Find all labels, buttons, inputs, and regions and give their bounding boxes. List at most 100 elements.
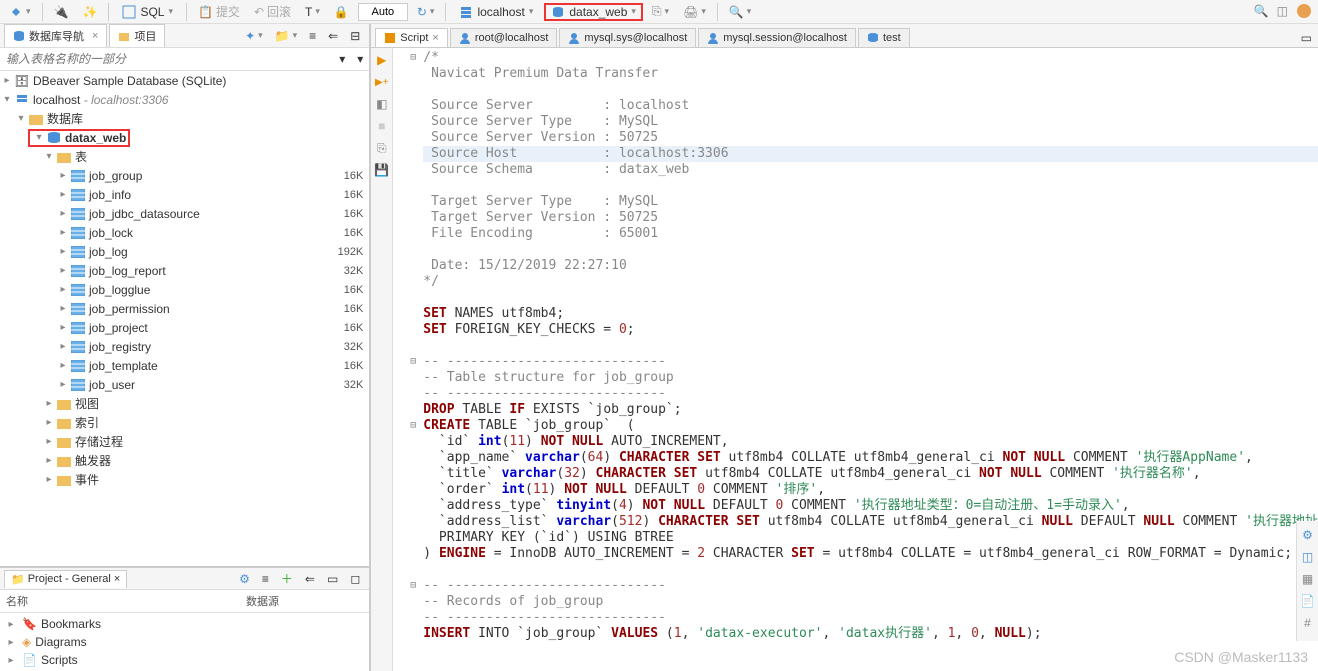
tree-item-events[interactable]: 事件 — [75, 471, 363, 488]
table-row[interactable]: ▸job_template16K — [0, 356, 369, 375]
table-row[interactable]: ▸job_log_report32K — [0, 261, 369, 280]
tree-item-datax-web[interactable]: datax_web — [65, 131, 126, 145]
auto-input[interactable] — [358, 3, 408, 21]
fold-toggle[interactable]: ⊟ — [407, 50, 419, 66]
editor-toolbar: ▶ ▶+ ◧ ■ ⎘ 💾 — [371, 48, 393, 671]
gear-icon[interactable]: ⚙ — [234, 569, 255, 589]
add-icon[interactable]: ＋ — [276, 567, 298, 590]
fold-toggle[interactable]: ⊟ — [407, 418, 419, 434]
search-icon[interactable]: 🔍 — [1254, 4, 1269, 18]
tree-item-tables[interactable]: 表 — [75, 148, 363, 165]
maximize-icon[interactable]: ◻ — [345, 569, 365, 589]
fold-toggle[interactable]: ⊟ — [407, 578, 419, 594]
table-name: job_log_report — [89, 264, 313, 278]
folder-icon — [56, 151, 72, 163]
tree-item[interactable]: DBeaver Sample Database (SQLite) — [33, 74, 363, 88]
project-item[interactable]: ▸🔖Bookmarks — [0, 615, 369, 633]
table-size: 16K — [313, 303, 363, 315]
nav-filter-icon[interactable]: ≡ — [304, 26, 321, 46]
tab-projects[interactable]: 项目 — [109, 24, 165, 47]
tree-item-indexes[interactable]: 索引 — [75, 414, 363, 431]
close-icon[interactable]: × — [432, 32, 438, 44]
commit-button[interactable]: 📋 提交 — [193, 0, 245, 23]
new-connection-button[interactable]: ▾ — [4, 2, 36, 22]
table-name: job_info — [89, 188, 313, 202]
project-tab[interactable]: 📁 Project - General × — [4, 570, 127, 588]
project-icon: 📄 — [22, 653, 37, 667]
table-row[interactable]: ▸job_registry32K — [0, 337, 369, 356]
nav-back-icon[interactable]: ⇐ — [323, 26, 343, 46]
maximize-icon[interactable]: ▭ — [1295, 29, 1318, 47]
unplug-icon[interactable]: ✨ — [77, 2, 102, 22]
lock-icon[interactable]: 🔒 — [329, 2, 354, 22]
nav-home-icon[interactable]: ✦▾ — [240, 26, 268, 46]
tree-item-procs[interactable]: 存储过程 — [75, 433, 363, 450]
connection-datax-web[interactable]: datax_web ▾ — [544, 3, 643, 21]
file-icon[interactable]: 📄 — [1300, 593, 1316, 609]
plug-icon[interactable]: 🔌 — [49, 2, 74, 22]
rollback-button[interactable]: ↶ 回滚 — [249, 0, 296, 23]
table-size: 32K — [313, 379, 363, 391]
tab-label: Script — [400, 32, 428, 44]
tree-item-triggers[interactable]: 触发器 — [75, 452, 363, 469]
filter-icon[interactable]: ≡ — [257, 569, 274, 589]
tx-mode-button[interactable]: T▾ — [300, 2, 325, 22]
editor-tab[interactable]: root@localhost — [450, 28, 558, 47]
database-icon: 🗄 — [14, 74, 30, 88]
main-toolbar: ▾ 🔌 ✨ SQL ▾ 📋 提交 ↶ 回滚 T▾ 🔒 ↻▾ localhost … — [0, 0, 1318, 24]
tree-item-databases[interactable]: 数据库 — [47, 110, 363, 127]
panel-icon[interactable]: ◫ — [1300, 549, 1316, 565]
minimize-icon[interactable]: ▭ — [322, 569, 343, 589]
nav-collapse-icon[interactable]: ⊟ — [345, 26, 365, 46]
sql-editor-button[interactable]: SQL ▾ — [115, 2, 180, 22]
close-icon[interactable]: × — [114, 573, 120, 585]
editor-tab[interactable]: Script × — [375, 28, 448, 47]
tree-item-localhost[interactable]: localhost - localhost:3306 — [33, 93, 363, 107]
export-button[interactable]: ⎘ — [374, 140, 390, 156]
export-icon[interactable]: ⎘▾ — [647, 1, 674, 22]
editor-tab[interactable]: mysql.session@localhost — [698, 28, 856, 47]
fold-toggle[interactable]: ⊟ — [407, 354, 419, 370]
close-icon[interactable]: × — [92, 30, 98, 42]
editor-tab[interactable]: mysql.sys@localhost — [559, 28, 696, 47]
table-size: 32K — [313, 341, 363, 353]
table-row[interactable]: ▸job_group16K — [0, 166, 369, 185]
table-row[interactable]: ▸job_user32K — [0, 375, 369, 394]
sql-editor[interactable]: ⊟/* Navicat Premium Data Transfer Source… — [393, 48, 1318, 671]
filter-funnel-icon[interactable]: ▾ — [333, 50, 351, 68]
nav-folder-icon[interactable]: 📁▾ — [270, 26, 302, 46]
project-item[interactable]: ▸📄Scripts — [0, 651, 369, 669]
editor-tab[interactable]: test — [858, 28, 910, 47]
folder-icon — [56, 436, 72, 448]
filter-settings-icon[interactable]: ▾ — [351, 50, 369, 68]
table-row[interactable]: ▸job_logglue16K — [0, 280, 369, 299]
settings-icon[interactable]: ⚙ — [1300, 527, 1316, 543]
project-item[interactable]: ▸◈Diagrams — [0, 633, 369, 651]
grid-icon[interactable]: ▦ — [1300, 571, 1316, 587]
stop-button[interactable]: ■ — [374, 118, 390, 134]
connection-localhost[interactable]: localhost ▾ — [452, 3, 540, 21]
save-button[interactable]: 💾 — [374, 162, 390, 178]
tree-item-views[interactable]: 视图 — [75, 395, 363, 412]
explain-button[interactable]: ◧ — [374, 96, 390, 112]
print-icon[interactable]: 🖨▾ — [678, 2, 711, 22]
execute-script-button[interactable]: ▶+ — [374, 74, 390, 90]
expand-toggle[interactable]: ▸ — [0, 75, 14, 86]
table-row[interactable]: ▸job_log192K — [0, 242, 369, 261]
refresh-icon[interactable]: ↻▾ — [412, 2, 440, 22]
table-row[interactable]: ▸job_lock16K — [0, 223, 369, 242]
back-icon[interactable]: ⇐ — [300, 569, 320, 589]
filter-input[interactable] — [0, 48, 333, 70]
table-row[interactable]: ▸job_jdbc_datasource16K — [0, 204, 369, 223]
execute-button[interactable]: ▶ — [374, 52, 390, 68]
hash-icon[interactable]: # — [1300, 615, 1316, 631]
database-tree[interactable]: ▸🗄DBeaver Sample Database (SQLite) ▾loca… — [0, 71, 369, 566]
table-row[interactable]: ▸job_permission16K — [0, 299, 369, 318]
tab-db-navigator[interactable]: 数据库导航× — [4, 24, 107, 47]
table-row[interactable]: ▸job_project16K — [0, 318, 369, 337]
avatar-icon[interactable] — [1296, 3, 1312, 19]
search-dropdown-icon[interactable]: 🔍▾ — [724, 2, 756, 22]
table-row[interactable]: ▸job_info16K — [0, 185, 369, 204]
table-icon — [70, 303, 86, 315]
layout-icon[interactable]: ◫ — [1277, 4, 1288, 18]
